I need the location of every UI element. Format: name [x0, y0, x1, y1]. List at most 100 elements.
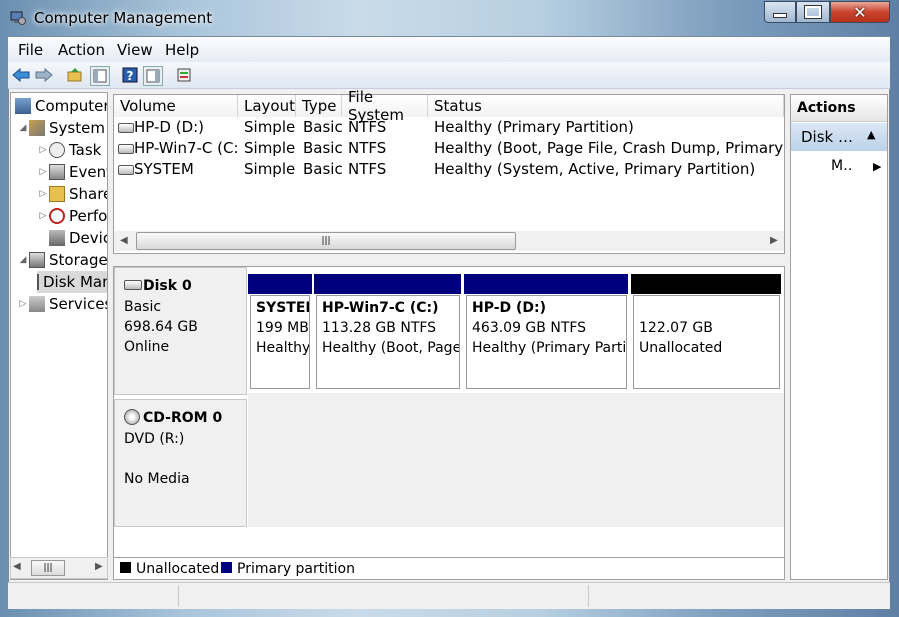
primary-swatch: [221, 562, 232, 573]
unallocated-bar: [631, 274, 781, 294]
volume-name: HP-Win7-C (C:): [134, 139, 238, 157]
tree-horizontal-scrollbar[interactable]: ◀ ||| ▶: [10, 557, 108, 579]
partition-unallocated[interactable]: 122.07 GB Unallocated: [633, 295, 780, 389]
show-hide-action-pane-icon[interactable]: [143, 66, 163, 86]
collapsed-arrow-icon[interactable]: ▷: [37, 145, 49, 155]
scroll-left-icon[interactable]: ◀: [120, 235, 128, 246]
device-manager-icon: [49, 230, 65, 246]
tree-item-device-manager[interactable]: Device Manager: [49, 227, 107, 249]
volume-type: Basic: [303, 118, 343, 136]
actions-pane: Actions Disk Management ▲ More Actions ▶: [790, 94, 888, 580]
collapsed-arrow-icon[interactable]: ▷: [37, 189, 49, 199]
more-actions-item[interactable]: More Actions ▶: [791, 155, 887, 177]
toolbar: [8, 62, 890, 89]
column-header-layout[interactable]: Layout: [238, 95, 296, 117]
partition-status: Healthy (Boot, Page File, Crash Dump, Pr…: [322, 340, 460, 356]
volume-file-system: NTFS: [348, 118, 387, 136]
volume-file-system: NTFS: [348, 160, 387, 178]
expanded-arrow-icon[interactable]: ◢: [17, 123, 29, 133]
tree-item-event-viewer[interactable]: ▷ Event Viewer: [37, 161, 108, 183]
volume-layout: Simple: [244, 139, 296, 157]
svg-text:?: ?: [127, 69, 134, 83]
tree-item-shared-folders[interactable]: ▷ Shared Folders: [37, 183, 107, 205]
tree-item-storage[interactable]: ◢ Storage: [17, 249, 107, 271]
volume-name: SYSTEM: [134, 160, 194, 178]
scroll-thumb[interactable]: |||: [31, 560, 65, 576]
column-header-file-system[interactable]: File System: [342, 88, 428, 124]
collapsed-arrow-icon[interactable]: ▷: [17, 299, 29, 309]
back-arrow-icon[interactable]: [12, 66, 30, 84]
menu-action[interactable]: Action: [58, 41, 105, 59]
partition-status: Unallocated: [639, 340, 723, 356]
volume-type: Basic: [303, 160, 343, 178]
partition-size: 463.09 GB NTFS: [472, 320, 587, 336]
minimize-button[interactable]: [764, 1, 796, 23]
menu-view[interactable]: View: [117, 41, 153, 59]
tree-item-label: Task Scheduler: [69, 141, 107, 159]
collapsed-arrow-icon[interactable]: ▷: [37, 211, 49, 221]
column-header-status[interactable]: Status: [428, 95, 784, 117]
partition-d[interactable]: HP-D (D:) 463.09 GB NTFS Healthy (Primar…: [466, 295, 627, 389]
volume-type: Basic: [303, 139, 343, 157]
partition-system[interactable]: SYSTEM 199 MB NTFS Healthy (System, Acti…: [250, 295, 310, 389]
forward-arrow-icon[interactable]: [35, 66, 53, 84]
table-row[interactable]: HP-Win7-C (C:) Simple Basic NTFS Healthy…: [114, 139, 786, 160]
services-icon: [29, 296, 45, 312]
status-bar: [8, 582, 890, 609]
window-title: Computer Management: [34, 9, 213, 27]
storage-icon: [29, 252, 45, 268]
partition-name: SYSTEM: [256, 300, 309, 316]
table-row[interactable]: SYSTEM Simple Basic NTFS Healthy (System…: [114, 160, 784, 181]
tree-item-task-scheduler[interactable]: ▷ Task Scheduler: [37, 139, 107, 161]
properties-icon[interactable]: [175, 66, 193, 84]
tree-item-label: Event Viewer: [69, 163, 108, 181]
column-header-volume[interactable]: Volume: [114, 95, 238, 117]
tree-item-disk-management[interactable]: Disk Management: [37, 271, 107, 293]
volume-layout: Simple: [244, 118, 296, 136]
maximize-button[interactable]: [796, 1, 830, 23]
legend: Unallocated Primary partition: [113, 558, 785, 580]
expanded-arrow-icon[interactable]: ◢: [17, 255, 29, 265]
show-hide-tree-icon[interactable]: [90, 66, 110, 86]
partition-size: 199 MB NTFS: [256, 320, 309, 336]
tree-item-system-tools[interactable]: ◢ System Tools: [17, 117, 107, 139]
title-bar[interactable]: Computer Management ✕: [0, 0, 899, 36]
scroll-left-icon[interactable]: ◀: [13, 561, 21, 572]
tree-item-computer-management[interactable]: Computer Management (Local): [15, 95, 107, 117]
close-button[interactable]: ✕: [830, 1, 890, 23]
scroll-right-icon[interactable]: ▶: [95, 561, 103, 572]
collapse-up-icon[interactable]: ▲: [867, 128, 875, 141]
close-icon: ✕: [853, 2, 867, 22]
disk-0-header[interactable]: Disk 0 Basic 698.64 GB Online: [114, 267, 247, 395]
up-folder-icon[interactable]: [66, 66, 84, 84]
cdrom-media: No Media: [124, 471, 190, 487]
actions-title: Actions: [797, 100, 856, 116]
primary-partition-bar: [248, 274, 312, 294]
tree-item-label: Device Manager: [69, 229, 107, 247]
menu-help[interactable]: Help: [165, 41, 199, 59]
performance-icon: [49, 208, 65, 224]
volume-horizontal-scrollbar[interactable]: ◀ ||| ▶: [114, 231, 784, 251]
unallocated-swatch: [120, 562, 131, 573]
disk-icon: [124, 280, 142, 290]
shared-folder-icon: [49, 186, 65, 202]
cdrom-0-header[interactable]: CD-ROM 0 DVD (R:) No Media: [114, 399, 247, 527]
scroll-right-icon[interactable]: ▶: [770, 235, 778, 246]
column-header-type[interactable]: Type: [296, 95, 342, 117]
tree-item-label: Performance: [69, 207, 108, 225]
partition-status: Healthy (Primary Partition): [472, 340, 627, 356]
disk-icon: [37, 274, 39, 290]
table-row[interactable]: HP-D (D:) Simple Basic NTFS Healthy (Pri…: [114, 118, 784, 139]
collapsed-arrow-icon[interactable]: ▷: [37, 167, 49, 177]
menu-file[interactable]: File: [18, 41, 43, 59]
actions-section-disk-management[interactable]: Disk Management ▲: [791, 123, 887, 151]
menu-bar: File Action View Help: [8, 37, 890, 62]
tree-item-performance[interactable]: ▷ Performance: [37, 205, 108, 227]
partition-c[interactable]: HP-Win7-C (C:) 113.28 GB NTFS Healthy (B…: [316, 295, 460, 389]
legend-unallocated: Unallocated: [136, 561, 220, 577]
legend-primary: Primary partition: [237, 561, 355, 577]
cdrom-name: CD-ROM 0: [143, 410, 223, 426]
help-icon[interactable]: ?: [121, 66, 139, 84]
scroll-thumb[interactable]: |||: [136, 232, 516, 250]
tree-item-services-and-applications[interactable]: ▷ Services and Applications: [17, 293, 107, 315]
